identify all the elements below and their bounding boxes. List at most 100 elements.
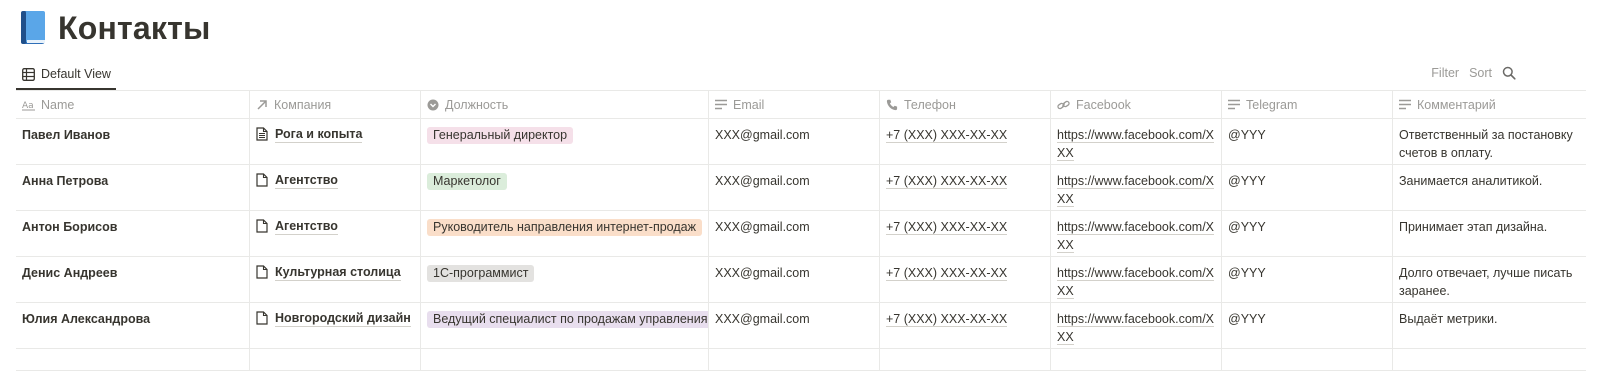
empty-row[interactable] [16, 349, 1586, 371]
cell-company[interactable]: Агентство [250, 165, 421, 210]
column-header-position[interactable]: Должность [421, 91, 709, 118]
position-tag: Маркетолог [427, 173, 507, 190]
cell-telegram[interactable]: @YYY [1222, 211, 1393, 256]
column-header-comment[interactable]: Комментарий [1393, 91, 1586, 118]
page-title[interactable]: Контакты [58, 10, 211, 47]
cell-email[interactable]: XXX@gmail.com [709, 165, 880, 210]
tab-default-view[interactable]: Default View [16, 60, 116, 90]
document-icon [256, 265, 268, 279]
search-icon[interactable] [1502, 66, 1516, 80]
company-link[interactable]: Новгородский дизайн [256, 310, 414, 327]
cell-phone[interactable]: +7 (XXX) XXX-XX-XX [880, 165, 1051, 210]
cell-company[interactable]: Новгородский дизайн [250, 303, 421, 348]
cell-position[interactable]: Ведущий специалист по продажам управлени… [421, 303, 709, 348]
phone-value: +7 (XXX) XXX-XX-XX [886, 174, 1008, 189]
company-name: Агентство [275, 173, 338, 189]
lines-icon [1228, 99, 1240, 110]
cell-phone[interactable]: +7 (XXX) XXX-XX-XX [880, 211, 1051, 256]
facebook-link[interactable]: https://www.facebook.com/XXX [1057, 172, 1215, 208]
filter-button[interactable]: Filter [1431, 66, 1459, 80]
cell-telegram[interactable]: @YYY [1222, 257, 1393, 302]
empty-cell [1051, 349, 1222, 370]
comment-value: Выдаёт метрики. [1399, 312, 1498, 326]
email-value: XXX@gmail.com [715, 128, 810, 142]
column-header-phone[interactable]: Телефон [880, 91, 1051, 118]
company-link[interactable]: Рога и копыта [256, 126, 414, 143]
cell-comment[interactable]: Выдаёт метрики. [1393, 303, 1586, 348]
company-name: Агентство [275, 219, 338, 235]
cell-email[interactable]: XXX@gmail.com [709, 211, 880, 256]
empty-cell [1222, 349, 1393, 370]
facebook-link[interactable]: https://www.facebook.com/XXX [1057, 310, 1215, 346]
column-label: Должность [445, 97, 509, 112]
cell-company[interactable]: Рога и копыта [250, 119, 421, 164]
table-row[interactable]: Юлия Александрова Новгородский дизайн Ве… [16, 303, 1586, 349]
cell-phone[interactable]: +7 (XXX) XXX-XX-XX [880, 303, 1051, 348]
document-icon [256, 173, 268, 187]
table-row[interactable]: Павел Иванов Рога и копыта Генеральный д… [16, 119, 1586, 165]
facebook-link[interactable]: https://www.facebook.com/XXX [1057, 126, 1215, 162]
cell-telegram[interactable]: @YYY [1222, 303, 1393, 348]
page-header: Контакты [18, 6, 211, 50]
cell-comment[interactable]: Занимается аналитикой. [1393, 165, 1586, 210]
cell-email[interactable]: XXX@gmail.com [709, 257, 880, 302]
cell-position[interactable]: 1С-программист [421, 257, 709, 302]
view-tools: Filter Sort [1421, 66, 1516, 80]
cell-phone[interactable]: +7 (XXX) XXX-XX-XX [880, 119, 1051, 164]
company-link[interactable]: Агентство [256, 218, 414, 235]
column-header-email[interactable]: Email [709, 91, 880, 118]
cell-telegram[interactable]: @YYY [1222, 165, 1393, 210]
cell-email[interactable]: XXX@gmail.com [709, 119, 880, 164]
empty-cell [880, 349, 1051, 370]
cell-name[interactable]: Павел Иванов [16, 119, 250, 164]
facebook-link[interactable]: https://www.facebook.com/XXX [1057, 218, 1215, 254]
position-tag: 1С-программист [427, 265, 535, 282]
cell-facebook[interactable]: https://www.facebook.com/XXX [1051, 303, 1222, 348]
cell-email[interactable]: XXX@gmail.com [709, 303, 880, 348]
position-tag: Генеральный директор [427, 127, 574, 144]
column-header-name[interactable]: Aa Name [16, 91, 250, 118]
cell-facebook[interactable]: https://www.facebook.com/XXX [1051, 119, 1222, 164]
cell-phone[interactable]: +7 (XXX) XXX-XX-XX [880, 257, 1051, 302]
cell-comment[interactable]: Принимает этап дизайна. [1393, 211, 1586, 256]
cell-comment[interactable]: Ответственный за постановку счетов в опл… [1393, 119, 1586, 164]
contact-name: Антон Борисов [22, 220, 118, 234]
contact-name: Юлия Александрова [22, 312, 151, 326]
cell-position[interactable]: Маркетолог [421, 165, 709, 210]
cell-position[interactable]: Руководитель направления интернет-продаж [421, 211, 709, 256]
table-icon [22, 67, 35, 81]
cell-facebook[interactable]: https://www.facebook.com/XXX [1051, 165, 1222, 210]
table-row[interactable]: Денис Андреев Культурная столица 1С-прог… [16, 257, 1586, 303]
comment-value: Принимает этап дизайна. [1399, 220, 1548, 234]
company-name: Рога и копыта [275, 127, 363, 143]
phone-value: +7 (XXX) XXX-XX-XX [886, 312, 1008, 327]
company-link[interactable]: Агентство [256, 172, 414, 189]
cell-name[interactable]: Денис Андреев [16, 257, 250, 302]
cell-name[interactable]: Антон Борисов [16, 211, 250, 256]
blue-book-icon[interactable] [18, 9, 48, 47]
cell-facebook[interactable]: https://www.facebook.com/XXX [1051, 257, 1222, 302]
cell-name[interactable]: Юлия Александрова [16, 303, 250, 348]
cell-company[interactable]: Культурная столица [250, 257, 421, 302]
table-row[interactable]: Анна Петрова Агентство Маркетолог XXX@gm… [16, 165, 1586, 211]
cell-telegram[interactable]: @YYY [1222, 119, 1393, 164]
contacts-table: Aa Name Компания Должность Email Телефон… [16, 90, 1586, 371]
facebook-link[interactable]: https://www.facebook.com/XXX [1057, 264, 1215, 300]
column-header-telegram[interactable]: Telegram [1222, 91, 1393, 118]
column-label: Email [733, 97, 765, 112]
table-row[interactable]: Антон Борисов Агентство Руководитель нап… [16, 211, 1586, 257]
cell-name[interactable]: Анна Петрова [16, 165, 250, 210]
document-icon [256, 219, 268, 233]
company-link[interactable]: Культурная столица [256, 264, 414, 281]
column-header-facebook[interactable]: Facebook [1051, 91, 1222, 118]
sort-button[interactable]: Sort [1469, 66, 1492, 80]
cell-position[interactable]: Генеральный директор [421, 119, 709, 164]
cell-company[interactable]: Агентство [250, 211, 421, 256]
facebook-url: https://www.facebook.com/XXX [1057, 312, 1215, 345]
cell-comment[interactable]: Долго отвечает, лучше писать заранее. [1393, 257, 1586, 302]
table-header: Aa Name Компания Должность Email Телефон… [16, 91, 1586, 119]
cell-facebook[interactable]: https://www.facebook.com/XXX [1051, 211, 1222, 256]
facebook-url: https://www.facebook.com/XXX [1057, 174, 1215, 207]
column-header-company[interactable]: Компания [250, 91, 421, 118]
table-body: Павел Иванов Рога и копыта Генеральный д… [16, 119, 1586, 349]
